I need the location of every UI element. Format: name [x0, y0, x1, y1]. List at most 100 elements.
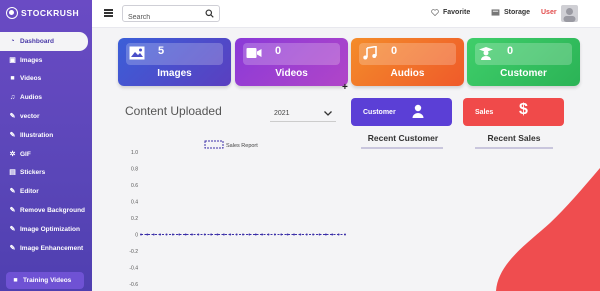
sidebar-item-label: vector: [20, 113, 40, 121]
recent-sales-divider: [475, 147, 553, 149]
data-point: [331, 233, 334, 236]
edit-icon: ✎: [9, 131, 16, 139]
sidebar-item-remove-background[interactable]: ✎ Remove Background: [0, 201, 92, 220]
data-point: [267, 233, 270, 236]
top-header: Favorite Storage User: [92, 0, 600, 28]
search-input[interactable]: [123, 10, 203, 25]
year-select[interactable]: 2021: [270, 105, 336, 122]
customer-card-label: Customer: [500, 68, 547, 79]
sidebar-item-image-optimization[interactable]: ✎ Image Optimization: [0, 220, 92, 239]
data-point: [229, 233, 232, 236]
data-point: [242, 233, 244, 236]
chevron-down-icon: [324, 110, 332, 116]
sidebar: STOCKRUSH ◔ Dashboard ▣ Images ■ Videos …: [0, 0, 92, 291]
data-point: [159, 233, 162, 236]
videos-card-label: Videos: [275, 68, 308, 79]
audios-count: 0: [391, 45, 398, 57]
y-tick-label: 0: [135, 233, 138, 239]
sidebar-item-label: GIF: [20, 150, 31, 158]
sidebar-nav: ◔ Dashboard ▣ Images ■ Videos ♫ Audios ✎…: [0, 32, 92, 258]
customer-panel-label: Customer: [363, 108, 396, 116]
storage-label: Storage: [504, 9, 531, 16]
sidebar-item-label: Image Enhancement: [20, 244, 84, 252]
sidebar-item-label: Remove Background: [20, 207, 86, 215]
y-tick-label: 0.6: [131, 183, 138, 189]
data-point: [273, 233, 276, 236]
brand-name: STOCKRUSH: [21, 8, 80, 18]
sidebar-item-label: Images: [20, 56, 43, 64]
user-label: User: [541, 9, 557, 16]
brand-logo[interactable]: STOCKRUSH: [6, 6, 79, 20]
user-menu[interactable]: User: [541, 9, 557, 16]
sidebar-item-editor[interactable]: ✎ Editor: [0, 182, 92, 201]
sales-panel-header[interactable]: Sales $: [463, 98, 564, 126]
data-point: [344, 233, 346, 236]
sidebar-item-dashboard[interactable]: ◔ Dashboard: [0, 32, 88, 51]
sidebar-item-images[interactable]: ▣ Images: [0, 51, 92, 70]
gear-icon: ✲: [9, 150, 16, 158]
y-tick-label: 1.0: [131, 150, 138, 156]
video-icon: ■: [10, 75, 15, 83]
data-point: [146, 233, 149, 236]
sidebar-item-image-enhancement[interactable]: ✎ Image Enhancement: [0, 239, 92, 258]
videos-card[interactable]: 0 Videos: [235, 38, 348, 86]
sidebar-item-label: Illustration: [20, 131, 54, 139]
music-icon: ♫: [9, 94, 16, 102]
content-uploaded-title: Content Uploaded: [125, 104, 222, 118]
recent-sales-title: Recent Sales: [487, 133, 541, 143]
data-point: [152, 233, 155, 236]
edit-icon: ✎: [9, 188, 16, 196]
favorite-label: Favorite: [443, 9, 471, 16]
audios-card[interactable]: 0 Audios: [351, 38, 464, 86]
sidebar-item-gif[interactable]: ✲ GIF: [0, 145, 92, 164]
graduate-icon: [479, 47, 493, 60]
user-icon: [412, 104, 424, 118]
favorite-link[interactable]: Favorite: [431, 9, 470, 16]
sidebar-item-audios[interactable]: ♫ Audios: [0, 88, 92, 107]
data-point: [248, 233, 251, 236]
sidebar-item-stickers[interactable]: ▤ Stickers: [0, 164, 92, 183]
image-icon: ▣: [9, 56, 16, 64]
sales-panel-label: Sales: [475, 108, 494, 116]
plus-icon[interactable]: +: [342, 82, 348, 93]
y-tick-label: 0.8: [131, 167, 138, 173]
customer-panel-header[interactable]: Customer: [351, 98, 452, 126]
data-point: [286, 233, 289, 236]
edit-icon: ✎: [9, 225, 16, 233]
sidebar-item-vector[interactable]: ✎ vector: [0, 107, 92, 126]
sidebar-item-label: Videos: [20, 75, 42, 83]
y-tick-label: -0.2: [129, 249, 138, 255]
sidebar-item-label: Stickers: [20, 169, 46, 177]
data-point: [293, 233, 295, 236]
edit-icon: ✎: [9, 207, 16, 215]
year-value: 2021: [274, 109, 290, 117]
y-tick-label: -0.4: [129, 266, 138, 272]
sidebar-item-illustration[interactable]: ✎ Illustration: [0, 126, 92, 145]
data-point: [337, 233, 340, 236]
data-point: [324, 233, 327, 236]
legend-swatch: [204, 140, 224, 149]
customer-card[interactable]: 0 Customer: [467, 38, 580, 86]
search-icon[interactable]: [205, 9, 214, 18]
avatar[interactable]: [561, 5, 578, 22]
heart-icon: [431, 9, 439, 16]
data-point: [305, 233, 308, 236]
hamburger-menu-icon[interactable]: [104, 9, 113, 17]
training-videos-button[interactable]: ■ Training Videos: [6, 272, 84, 289]
storage-icon: [491, 9, 500, 16]
images-card[interactable]: 5 Images: [118, 38, 231, 86]
search-box: [122, 5, 220, 25]
data-point: [140, 233, 142, 236]
customer-count: 0: [507, 45, 514, 57]
logo-icon: [6, 7, 18, 19]
sidebar-item-videos[interactable]: ■ Videos: [0, 70, 92, 89]
sidebar-item-label: Editor: [20, 188, 39, 196]
data-point: [312, 233, 315, 236]
video-icon: ■: [13, 277, 18, 284]
storage-link[interactable]: Storage: [491, 9, 530, 16]
dashboard-icon: ◔: [10, 37, 15, 45]
vector-icon: ✎: [9, 113, 16, 121]
training-videos-label: Training Videos: [23, 277, 72, 284]
data-point: [210, 233, 213, 236]
image-icon: [129, 46, 145, 60]
